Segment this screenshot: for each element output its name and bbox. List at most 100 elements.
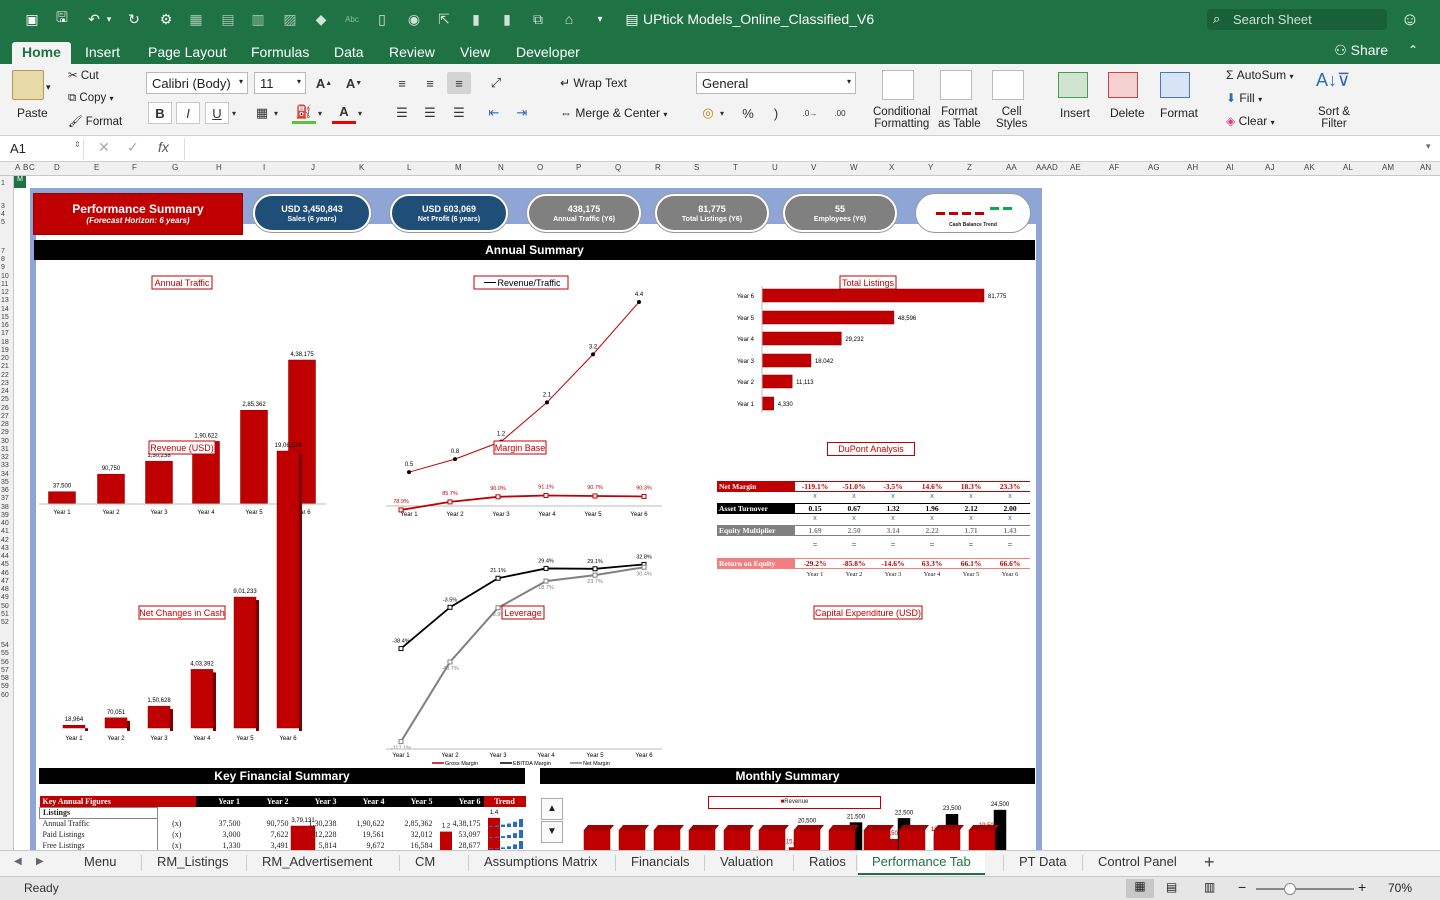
tab-data[interactable]: Data bbox=[334, 42, 364, 64]
tab-review[interactable]: Review bbox=[389, 42, 435, 64]
page-break-view-icon[interactable]: ▥ bbox=[1204, 880, 1215, 894]
align-center-icon[interactable]: ☰ bbox=[418, 102, 442, 124]
format-as-table-button[interactable]: Format as Table bbox=[938, 106, 981, 130]
row-header[interactable]: 24 bbox=[1, 388, 9, 395]
increase-decimal-icon[interactable]: .0→ bbox=[798, 102, 822, 124]
scroll-down-button[interactable]: ▼ bbox=[541, 821, 563, 843]
align-right-icon[interactable]: ☰ bbox=[447, 102, 471, 124]
search-sheet-input[interactable]: ⌕ Search Sheet bbox=[1207, 9, 1387, 30]
share-button[interactable]: ⚇ Share bbox=[1334, 42, 1388, 59]
zoom-out-button[interactable]: − bbox=[1238, 879, 1246, 895]
row-header[interactable]: 15 bbox=[1, 314, 9, 321]
name-box-stepper-icon[interactable]: ⇕ bbox=[74, 140, 81, 149]
quick-access-icon[interactable]: ▤ bbox=[218, 9, 238, 29]
cancel-icon[interactable]: ✕ bbox=[98, 139, 110, 156]
formula-input[interactable] bbox=[184, 138, 1414, 160]
column-header[interactable]: AG bbox=[1148, 163, 1160, 172]
column-header[interactable]: A bbox=[15, 163, 20, 172]
font-color-icon[interactable]: A bbox=[332, 102, 356, 124]
increase-font-icon[interactable]: A ▲ bbox=[312, 72, 336, 94]
row-header[interactable]: 29 bbox=[1, 429, 9, 436]
row-header[interactable]: 27 bbox=[1, 413, 9, 420]
row-header[interactable]: 43 bbox=[1, 545, 9, 552]
row-header[interactable]: 1 bbox=[1, 180, 5, 187]
tab-formulas[interactable]: Formulas bbox=[251, 42, 309, 64]
font-name-select[interactable]: Calibri (Body) ▾ bbox=[146, 72, 248, 94]
quick-access-icon[interactable]: ▦ bbox=[186, 9, 206, 29]
add-sheet-button[interactable]: + bbox=[1204, 852, 1215, 873]
cell-styles-button[interactable]: Cell Styles bbox=[996, 106, 1027, 130]
row-header[interactable]: 49 bbox=[1, 594, 9, 601]
row-header[interactable]: 46 bbox=[1, 570, 9, 577]
scroll-up-button[interactable]: ▲ bbox=[541, 798, 563, 820]
insert-cells-icon[interactable] bbox=[1058, 72, 1088, 98]
row-header[interactable]: 58 bbox=[1, 675, 9, 682]
align-bottom-icon[interactable]: ≡ bbox=[447, 72, 471, 94]
column-header[interactable]: S bbox=[694, 163, 699, 172]
fill-color-icon[interactable]: ⛽ bbox=[292, 102, 316, 124]
row-header[interactable]: 18 bbox=[1, 339, 9, 346]
align-top-icon[interactable]: ≡ bbox=[390, 72, 414, 94]
paste-icon[interactable] bbox=[12, 70, 44, 100]
selected-cell-a1[interactable]: M bbox=[14, 176, 26, 188]
quick-access-icon[interactable]: ▥ bbox=[248, 9, 268, 29]
row-header[interactable]: 40 bbox=[1, 520, 9, 527]
row-header[interactable]: 23 bbox=[1, 380, 9, 387]
chevron-down-icon[interactable]: ▾ bbox=[354, 102, 366, 124]
column-header[interactable]: G bbox=[172, 163, 178, 172]
column-header[interactable]: Y bbox=[928, 163, 933, 172]
column-header[interactable]: AH bbox=[1187, 163, 1198, 172]
quick-access-icon[interactable]: ▯ bbox=[372, 9, 392, 29]
column-header[interactable]: AE bbox=[1070, 163, 1081, 172]
column-header[interactable]: J bbox=[311, 163, 315, 172]
autosum-button[interactable]: Σ AutoSum ▾ bbox=[1226, 68, 1293, 82]
row-header[interactable]: 48 bbox=[1, 586, 9, 593]
row-header[interactable]: 22 bbox=[1, 372, 9, 379]
column-header[interactable]: AM bbox=[1382, 163, 1394, 172]
column-header[interactable]: W bbox=[850, 163, 858, 172]
quick-access-icon[interactable]: ▮ bbox=[466, 9, 486, 29]
sheet-tab[interactable]: Financials bbox=[631, 854, 690, 869]
column-header[interactable]: AK bbox=[1304, 163, 1315, 172]
delete-button[interactable]: Delete bbox=[1110, 106, 1145, 120]
cut-button[interactable]: ✂ Cut bbox=[68, 68, 99, 82]
tab-page-layout[interactable]: Page Layout bbox=[148, 42, 227, 64]
sheet-tab[interactable]: RM_Listings bbox=[157, 854, 229, 869]
font-size-select[interactable]: 11 ▾ bbox=[254, 72, 306, 94]
column-header[interactable]: AI bbox=[1226, 163, 1234, 172]
row-header[interactable]: 52 bbox=[1, 619, 9, 626]
increase-indent-icon[interactable]: ⇥ bbox=[510, 102, 534, 124]
underline-dropdown-icon[interactable]: ▾ bbox=[228, 102, 240, 124]
column-header[interactable]: C bbox=[29, 163, 35, 172]
sheet-tab[interactable]: Ratios bbox=[809, 854, 846, 869]
column-header[interactable]: AL bbox=[1343, 163, 1353, 172]
row-header[interactable]: 44 bbox=[1, 553, 9, 560]
column-header[interactable]: M bbox=[455, 163, 462, 172]
customize-toolbar-icon[interactable]: ▾ bbox=[590, 9, 610, 29]
bold-button[interactable]: B bbox=[148, 102, 172, 124]
column-header[interactable]: E bbox=[94, 163, 99, 172]
decrease-decimal-icon[interactable]: .00 bbox=[828, 102, 852, 124]
row-header[interactable]: 42 bbox=[1, 537, 9, 544]
row-header[interactable]: 20 bbox=[1, 355, 9, 362]
italic-button[interactable]: I bbox=[176, 102, 200, 124]
row-header[interactable]: 38 bbox=[1, 504, 9, 511]
row-header[interactable]: 35 bbox=[1, 479, 9, 486]
chevron-down-icon[interactable]: ▾ bbox=[716, 102, 728, 124]
percent-button[interactable]: % bbox=[736, 102, 760, 124]
decrease-font-icon[interactable]: A ▼ bbox=[342, 72, 366, 94]
row-header[interactable]: 3 bbox=[1, 203, 5, 210]
prev-sheet-icon[interactable]: ◀ bbox=[14, 856, 22, 867]
chevron-down-icon[interactable]: ▾ bbox=[270, 102, 282, 124]
row-header[interactable]: 28 bbox=[1, 421, 9, 428]
clear-button[interactable]: ◈ Clear ▾ bbox=[1226, 114, 1275, 128]
tab-home[interactable]: Home bbox=[12, 42, 71, 64]
zoom-slider-track[interactable] bbox=[1256, 888, 1354, 890]
row-header[interactable]: 9 bbox=[1, 264, 5, 271]
row-header[interactable]: 56 bbox=[1, 659, 9, 666]
worksheet-grid[interactable]: M Performance Summary (Forecast Horizon:… bbox=[14, 176, 1440, 850]
row-header[interactable]: 7 bbox=[1, 248, 5, 255]
row-header[interactable]: 14 bbox=[1, 306, 9, 313]
row-header[interactable]: 33 bbox=[1, 462, 9, 469]
quick-access-icon[interactable]: ▮ bbox=[497, 9, 517, 29]
